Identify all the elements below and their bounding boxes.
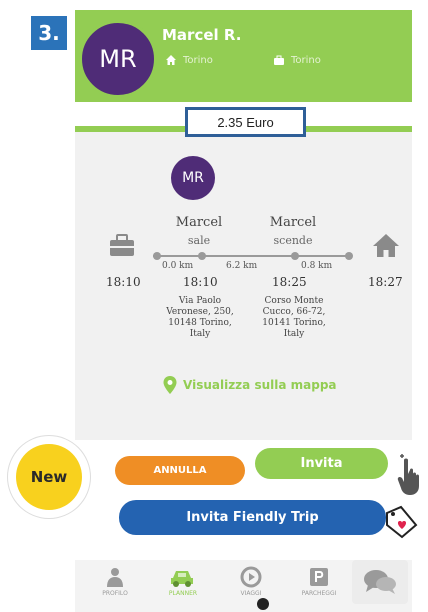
dropoff-person: Marcel xyxy=(269,215,317,230)
pickup-address-line: Veronese, 250, xyxy=(166,307,234,317)
passenger-avatar[interactable]: MR xyxy=(171,156,215,200)
phone-screen: MR Marcel R. Torino Torino 2.35 Euro MR … xyxy=(75,10,412,612)
nav-label-parcheggi: PARCHEGGI xyxy=(301,590,337,597)
pickup-address-line: 10148 Torino, xyxy=(168,318,232,328)
distance-middle: 6.2 km xyxy=(226,261,258,271)
cursor-dot xyxy=(257,598,269,610)
dropoff-address-line: Italy xyxy=(283,329,305,339)
pickup-address-line: Italy xyxy=(189,329,211,339)
dropoff-address-line: 10141 Torino, xyxy=(262,318,326,328)
new-badge-label: New xyxy=(30,468,68,486)
price-tag-heart-icon xyxy=(386,505,418,539)
chat-button[interactable] xyxy=(352,560,408,604)
dropoff-address-line: Cucco, 66-72, xyxy=(262,307,326,317)
view-on-map-link[interactable]: Visualizza sulla mappa xyxy=(163,376,337,394)
home-end-icon xyxy=(373,234,399,257)
dropoff-address-line: Corso Monte xyxy=(264,296,324,306)
pickup-address: Via Paolo Veronese, 250, 10148 Torino, I… xyxy=(155,296,245,340)
step-number: 3. xyxy=(38,21,60,45)
route-pickup-dot xyxy=(198,252,206,260)
driver-initials: MR xyxy=(99,45,137,73)
trip-price: 2.35 Euro xyxy=(185,107,306,137)
action-area: ANNULLA Invita Invita Fiendly Trip xyxy=(75,440,412,560)
cancel-label: ANNULLA xyxy=(153,465,207,476)
route-dropoff-dot xyxy=(291,252,299,260)
person-icon xyxy=(107,568,123,587)
dropoff-time: 18:25 xyxy=(272,275,307,289)
driver-profile-header: MR Marcel R. Torino Torino xyxy=(75,10,412,102)
briefcase-start-icon xyxy=(110,234,134,256)
step-number-badge: 3. xyxy=(31,16,67,50)
invite-button[interactable]: Invita xyxy=(255,448,388,479)
distance-start: 0.0 km xyxy=(162,261,194,271)
pickup-time: 18:10 xyxy=(183,275,218,289)
invite-label: Invita xyxy=(300,456,343,471)
chat-icon xyxy=(364,570,396,594)
price-strip: 2.35 Euro xyxy=(75,102,412,137)
dropoff-address: Corso Monte Cucco, 66-72, 10141 Torino, … xyxy=(249,296,339,340)
cancel-button[interactable]: ANNULLA xyxy=(115,456,245,485)
driver-name: Marcel R. xyxy=(162,26,242,44)
pickup-action: sale xyxy=(187,234,211,247)
pickup-person: Marcel xyxy=(175,215,223,230)
nav-item-viaggi[interactable]: VIAGGI xyxy=(221,566,281,597)
bottom-navigation: PROFILO PLANNER VIAGGI PARCHEGGI xyxy=(75,560,412,612)
end-time: 18:27 xyxy=(368,275,403,289)
start-time: 18:10 xyxy=(106,275,141,289)
hand-pointer-icon xyxy=(397,454,419,495)
route-line xyxy=(153,255,351,257)
work-location: Torino xyxy=(273,54,321,66)
new-feature-badge: New xyxy=(8,436,90,518)
nav-item-planner[interactable]: PLANNER xyxy=(153,566,213,597)
work-city: Torino xyxy=(291,54,321,66)
distance-end: 0.8 km xyxy=(301,261,333,271)
dropoff-action: scende xyxy=(273,234,313,247)
home-icon xyxy=(166,55,176,65)
car-icon xyxy=(171,571,193,587)
nav-label-viaggi: VIAGGI xyxy=(240,590,262,597)
briefcase-icon xyxy=(274,55,284,65)
home-city: Torino xyxy=(183,54,213,66)
view-on-map-label: Visualizza sulla mappa xyxy=(183,378,337,392)
invite-friendly-label: Invita Fiendly Trip xyxy=(186,510,319,525)
nav-label-profilo: PROFILO xyxy=(102,590,128,597)
route-start-dot xyxy=(153,252,161,260)
home-location: Torino xyxy=(165,54,213,66)
invite-friendly-trip-button[interactable]: Invita Fiendly Trip xyxy=(119,500,386,535)
map-pin-icon xyxy=(163,376,177,394)
nav-item-parcheggi[interactable]: PARCHEGGI xyxy=(289,566,349,597)
driver-avatar[interactable]: MR xyxy=(79,20,157,98)
nav-item-profilo[interactable]: PROFILO xyxy=(85,566,145,597)
nav-label-planner: PLANNER xyxy=(168,590,198,597)
play-icon xyxy=(240,566,262,588)
passenger-initials: MR xyxy=(182,170,204,186)
pickup-address-line: Via Paolo xyxy=(178,296,222,306)
route-end-dot xyxy=(345,252,353,260)
parking-icon xyxy=(310,568,328,586)
